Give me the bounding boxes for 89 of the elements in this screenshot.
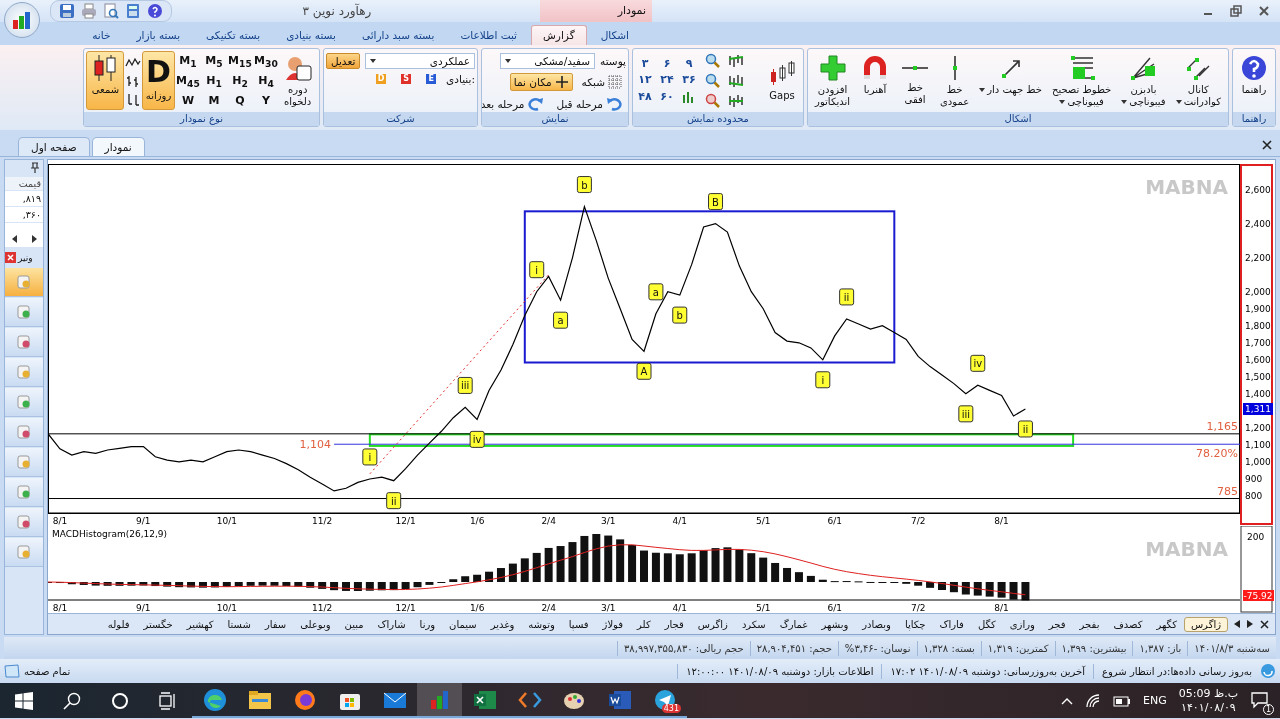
annotation: i [535, 264, 539, 276]
x-axis-label: 12/1 [395, 603, 416, 613]
level-label: 78.20% [1196, 447, 1238, 461]
level-label: 1,165 [1206, 419, 1238, 433]
x-axis-label: 10/1 [216, 603, 237, 613]
symbol-name: ونیر [18, 252, 33, 263]
annotation: a [557, 315, 564, 327]
status-text: آخرین به‌روزرسانی: دوشنبه ۱۴۰۱/۰۸/۰۹ ۱۷:۰۲ [881, 663, 1094, 679]
y-axis-label: 200 [1247, 532, 1265, 542]
x-axis-label: 4/1 [672, 516, 687, 526]
x-axis-label: 8/1 [994, 603, 1009, 613]
last-value-marker: -75.92 [1243, 590, 1274, 601]
context-tab-header: نمودار [540, 0, 652, 22]
x-axis-label: 5/1 [755, 603, 771, 613]
annotation: A [640, 366, 648, 378]
annotation: ii [843, 291, 850, 303]
level-label: 785 [1217, 484, 1238, 498]
y-axis-label: 1,500 [1245, 371, 1271, 382]
x-axis-label: 5/1 [755, 516, 771, 526]
y-axis-label: 2,400 [1245, 218, 1271, 229]
x-axis-label: 1/6 [469, 516, 485, 526]
annotation: iii [461, 380, 470, 392]
y-axis-label: 800 [1245, 491, 1263, 501]
stat-field: حجم: ۲۸,۹۰۴,۴۵۱ [749, 640, 838, 656]
stat-field: نوسان: -۳,۴۶% [837, 640, 917, 656]
y-axis-label: 1,000 [1245, 456, 1271, 467]
annotation: a [652, 286, 659, 298]
level-label: 1,104 [299, 438, 332, 452]
price-value: ,۸۱۹ [5, 191, 43, 206]
x-axis-label: 2/4 [541, 603, 556, 613]
x-axis-label: 8/1 [52, 603, 68, 613]
column-header: قیمت [5, 177, 43, 190]
y-axis-label: 1,200 [1245, 422, 1271, 433]
notification-count: 431 [661, 704, 681, 713]
skin-label: پوسته [600, 55, 626, 67]
annotation: ii [1022, 423, 1029, 435]
x-axis-label: 2/4 [541, 516, 556, 526]
stat-field: حجم ریالی: ۳۸,۹۹۷,۳۵۵,۸۳۰ [617, 640, 750, 656]
x-axis-label: 4/1 [672, 603, 687, 613]
x-axis-label: 11/2 [312, 516, 333, 526]
stat-field: باز: ۱,۳۸۷ [1132, 640, 1188, 656]
x-axis-label: 7/2 [910, 516, 926, 526]
y-axis-label: 1,900 [1245, 303, 1271, 314]
y-axis-label: 2,200 [1245, 252, 1271, 263]
x-axis-label: 7/2 [910, 603, 926, 613]
y-axis-label: 2,000 [1245, 286, 1271, 297]
ribbon-group-title: شرکت [324, 112, 477, 126]
ribbon-group-title: نوع نمودار [84, 112, 319, 126]
annotation: b [676, 310, 683, 322]
annotation: i [821, 374, 825, 386]
price-value: ,۳۶۰ [5, 207, 43, 222]
x-axis-label: 3/1 [601, 603, 616, 613]
y-axis-label: 2,600 [1245, 184, 1271, 195]
x-axis-label: 8/1 [994, 516, 1009, 526]
stat-field: بسته: ۱,۳۲۸ [916, 640, 981, 656]
x-axis-label: 3/1 [601, 516, 616, 526]
x-axis-label: 1/6 [469, 603, 485, 613]
x-axis-label: 11/2 [312, 603, 333, 613]
x-axis-label: 10/1 [216, 516, 237, 526]
ribbon-group-title: اشکال [808, 112, 1228, 126]
window-title: رهآورد نوین ۳ [301, 4, 373, 18]
stat-field: سه‌شنبه ۱۴۰۱/۸/۳ [1187, 640, 1276, 656]
ribbon-group-title: راهنما [1233, 112, 1275, 126]
annotation: B [712, 196, 720, 208]
annotation: iv [472, 434, 482, 446]
fundamental-label: :بنیادی [446, 73, 475, 85]
y-axis-label: 1,600 [1245, 354, 1271, 365]
ribbon-group-title: محدوده نمایش [633, 112, 803, 126]
x-axis-label: 6/1 [827, 516, 842, 526]
status-text: به‌روز رسانی داده‌ها:در انتظار شروع [1093, 663, 1260, 679]
stat-field: بیشترین: ۱,۳۹۹ [1054, 640, 1133, 656]
annotation: b [581, 179, 588, 191]
ribbon-group-title: نمایش [482, 112, 628, 126]
indicator-title: MACDHistogram(26,12,9) [52, 529, 168, 539]
x-axis-label: 12/1 [395, 516, 416, 526]
x-axis-label: 8/1 [52, 516, 68, 526]
y-axis-label: 1,100 [1245, 439, 1271, 450]
y-axis-label: 1,400 [1245, 388, 1271, 399]
annotation: iv [973, 358, 983, 370]
stat-field: کمترین: ۱,۳۱۹ [980, 640, 1055, 656]
y-axis-label: 1,800 [1245, 320, 1271, 331]
status-text: اطلاعات بازار: دوشنبه ۱۴۰۱/۰۸/۰۹ ۱۲:۰۰:۰۰ [677, 663, 882, 679]
y-axis-label: 900 [1245, 473, 1263, 484]
x-axis-label: 9/1 [136, 516, 151, 526]
annotation: ii [390, 495, 397, 507]
annotation: i [368, 451, 372, 463]
y-axis-label: 1,700 [1245, 337, 1271, 348]
x-axis-label: 9/1 [136, 603, 151, 613]
x-axis-label: 6/1 [827, 603, 842, 613]
